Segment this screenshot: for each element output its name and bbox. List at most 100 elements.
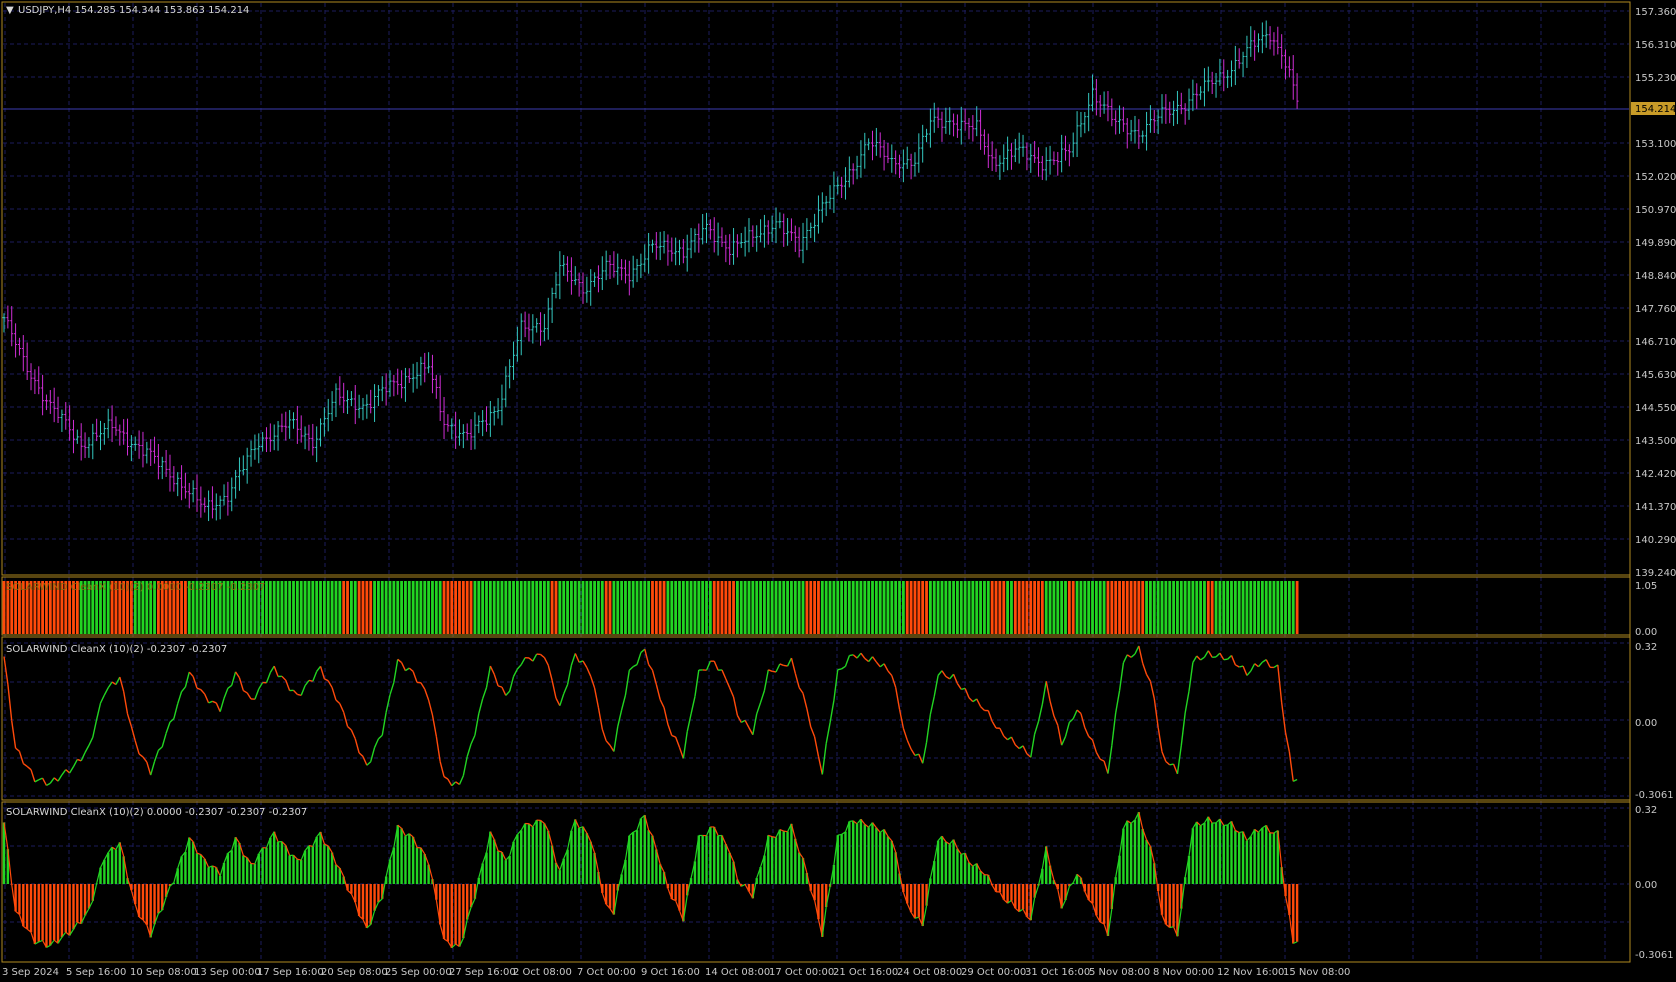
sign-histogram-bar [975,581,979,634]
oscillator-histogram-bar [423,854,426,884]
sign-histogram-bar [492,581,496,634]
oscillator-histogram-bar [226,853,230,884]
sign-histogram-bar [1284,581,1287,634]
sign-histogram-bar [940,581,944,634]
time-label: 21 Oct 16:00 [833,967,898,978]
sign-histogram-bar [353,581,357,634]
sign-histogram-bar [539,581,542,634]
oscillator-histogram-bar [1241,831,1245,884]
oscillator-histogram-bar [462,884,465,939]
oscillator-histogram-bar [778,829,782,884]
oscillator-histogram-bar [137,884,141,917]
oscillator-histogram-bar [273,831,276,884]
sign-histogram-bar [1114,581,1118,634]
sign-histogram-bar [681,581,685,634]
oscillator-histogram-bar [520,830,523,884]
sign-histogram-bar [828,581,832,634]
oscillator-histogram-bar [408,833,411,884]
oscillator-histogram-bar [1272,832,1276,884]
oscillator-histogram-bar [288,855,291,884]
oscillator-histogram-bar [22,884,25,927]
oscillator-histogram-bar [296,859,299,884]
time-label: 3 Sep 2024 [2,967,59,978]
sign-histogram-bar [597,581,600,634]
oscillator-histogram-bar [80,884,83,924]
sign-histogram-bar [786,581,789,634]
price-label: 156.310 [1635,40,1676,51]
sign-histogram-bar [847,581,851,634]
oscillator-histogram-bar [369,884,372,925]
oscillator-histogram-bar [1102,884,1106,924]
oscillator-histogram-bar [323,844,326,884]
sign-histogram-bar [763,581,766,634]
sign-histogram-bar [543,581,546,634]
sign-histogram-bar [1102,581,1106,634]
sign-histogram-bar [662,581,666,634]
oscillator-histogram-bar [875,827,878,884]
oscillator-histogram-bar [396,825,399,884]
sign-histogram-bar [627,581,631,634]
oscillator-histogram-bar [709,826,712,884]
sign-histogram-bar [986,581,990,634]
sign-histogram-bar [728,581,732,634]
oscillator-histogram-bar [543,823,546,884]
sign-histogram-bar [790,581,793,634]
mt4-chart-window[interactable]: ▼ USDJPY,H4 154.285 154.344 153.863 154.… [0,0,1676,982]
sign-histogram-bar [1291,581,1295,634]
oscillator-histogram-bar [110,847,114,884]
sign-histogram-bar [1210,581,1214,634]
oscillator-histogram-bar [1133,819,1137,884]
oscillator-histogram-bar [890,840,893,884]
oscillator-histogram-bar [574,819,577,884]
sign-histogram-bar [1214,581,1218,634]
oscillator-histogram-bar [141,884,145,920]
oscillator-histogram-bar [199,854,203,884]
oscillator-histogram-bar [871,822,874,884]
price-label: 142.420 [1635,469,1676,480]
oscillator-histogram-bar [1010,884,1013,901]
sign-histogram-bar [944,581,948,634]
sign-histogram-bar [855,581,859,634]
oscillator-histogram-bar [701,835,704,884]
oscillator-histogram-outline [308,844,313,847]
chart-title: USDJPY,H4 154.285 154.344 153.863 154.21… [18,5,249,16]
oscillator-histogram-bar [844,831,847,884]
sign-histogram-bar [465,581,469,634]
sign-histogram-bar [1145,581,1148,634]
sign-histogram-bar [1187,581,1191,634]
sign-histogram-bar [1133,581,1137,634]
oscillator-histogram-bar [539,820,542,884]
time-label: 10 Sep 08:00 [130,967,197,978]
sign-histogram-bar [840,581,844,634]
sign-histogram-bar [674,581,678,634]
sign-histogram-bar [396,581,400,634]
sign-histogram-bar [782,581,786,634]
sign-histogram-bar [461,581,465,634]
oscillator-histogram-bar [867,827,870,884]
oscillator-histogram-bar [411,836,415,884]
oscillator-histogram-bar [1222,825,1225,884]
oscillator-histogram-bar [643,815,646,884]
oscillator-histogram-bar [508,855,511,884]
oscillator-histogram-bar [327,845,330,884]
oscillator-histogram-bar [1172,884,1175,927]
sign-histogram-bar [751,581,755,634]
sign-histogram-bar [759,581,762,634]
chart-title-arrow-icon[interactable]: ▼ [6,5,14,16]
sign-histogram-bar [654,581,658,634]
oscillator-histogram-bar [334,864,338,884]
sign-histogram-bar [434,581,438,634]
oscillator-histogram-bar [469,884,473,908]
sign-histogram-bar [913,581,917,634]
sign-histogram-bar [1295,581,1299,634]
oscillator-histogram-bar [963,853,967,884]
sign-histogram-bar [963,581,967,634]
price-label: 143.500 [1635,436,1676,447]
oscillator-histogram-bar [566,849,569,884]
oscillator-histogram-bar [1021,884,1025,910]
oscillator-histogram-bar [450,884,453,948]
sign-histogram-bar [1152,581,1156,634]
sign-histogram-bar [566,581,569,634]
time-label: 17 Oct 00:00 [769,967,834,978]
time-axis: 3 Sep 2024 5 Sep 16:00 10 Sep 08:00 13 S… [2,967,1350,978]
